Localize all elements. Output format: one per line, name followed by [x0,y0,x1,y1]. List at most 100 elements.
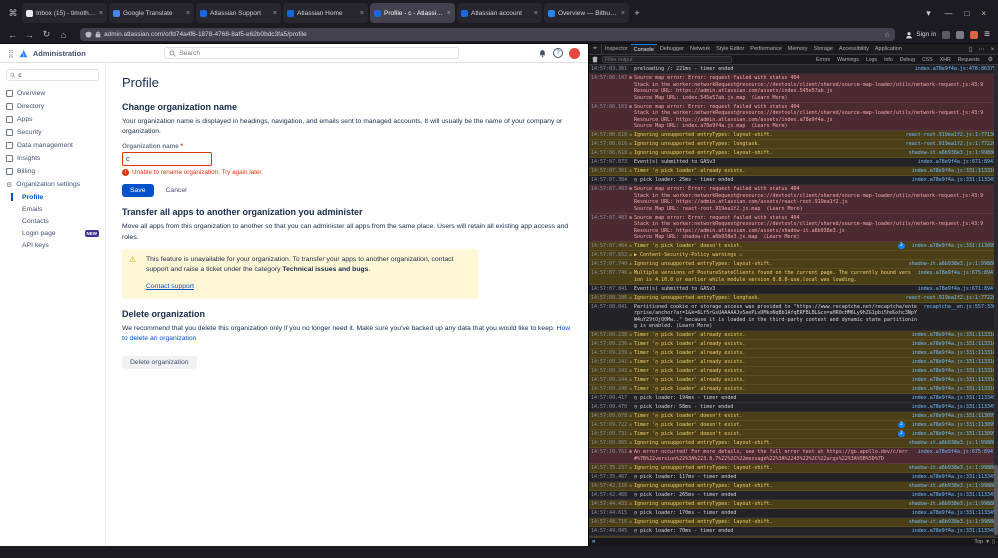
console-source-link[interactable]: react-root.919ea1f2.js:1:77130 [906,132,996,139]
console-source-link[interactable]: index.a78e9f4a.js:671:8941 [918,159,996,166]
browser-tab[interactable]: Atlassian Home [283,3,368,23]
sidebar-item[interactable]: Insights [6,152,99,165]
extension-icon[interactable] [942,30,951,39]
admin-search-bar[interactable] [164,47,460,59]
console-source-link[interactable]: index.a78e9f4a.js:331:113095 [912,413,996,420]
contact-support-link[interactable]: Contact support [146,283,194,290]
console-source-link[interactable]: index.a78e9f4a.js:331:113345 [912,404,996,411]
devtools-tab[interactable]: Style Editor [713,44,747,54]
console-source-link[interactable]: react-root.919ea1f2.js:1:77220 [906,295,996,302]
cancel-button[interactable]: Cancel [158,184,195,197]
devtools-tab[interactable]: Inspector [602,44,631,54]
console-source-link[interactable]: index.a78e9f4a.js:331:113316 [912,359,996,366]
devtools-tab[interactable]: Debugger [657,44,687,54]
console-source-link[interactable]: index.a78e9f4a.js:331:113345 [912,177,996,184]
console-source-link[interactable]: shadow-it.a6b938e3.js:1:99880 [909,519,996,526]
tab-close-icon[interactable] [534,10,538,17]
devtools-tab[interactable]: Console [630,44,657,54]
console-source-link[interactable]: index.a78e9f4a.js:331:113095 [912,243,996,250]
console-filter-button[interactable]: Info [882,57,895,63]
console-source-link[interactable]: index.a78e9f4a.js:675:8941 [918,449,996,456]
scrollbar-thumb[interactable] [994,465,998,535]
bookmark-star-icon[interactable]: ☆ [884,31,890,39]
browser-tab[interactable]: Inbox (15) - timothy.c.neill... [22,3,107,23]
app-switcher-icon[interactable]: ⣿ [8,49,14,58]
tab-close-icon[interactable] [360,10,364,17]
console-source-link[interactable]: index.a78e9f4a.js:478:86375 [915,66,996,73]
split-console-icon[interactable]: ▯ [992,539,995,545]
console-source-link[interactable]: index.a78e9f4a.js:331:113095 [912,422,996,429]
sidebar-item-organization-settings[interactable]: ⚙ Organization settings [6,178,99,191]
console-source-link[interactable]: shadow-it.a6b938e3.js:1:99880 [909,440,996,447]
console-input-row[interactable]: » Top ▾ ▯ [589,537,998,546]
help-icon[interactable]: ? [553,48,563,58]
list-all-tabs-icon[interactable]: ▾ [920,8,936,19]
sidebar-sub-item[interactable]: Login page NEW [6,227,99,239]
tab-close-icon[interactable] [186,10,190,17]
browser-tab[interactable]: Atlassian account [457,3,542,23]
sign-in-button[interactable]: Sign in [905,31,936,39]
notifications-bell-icon[interactable] [538,49,547,58]
console-source-link[interactable]: shadow-it.a6b938e3.js:1:99880 [909,465,996,472]
new-tab-button[interactable]: + [629,8,645,18]
sidebar-item[interactable]: Data management [6,139,99,152]
console-source-link[interactable]: index.a78e9f4a.js:331:113316 [912,341,996,348]
console-source-link[interactable]: index.a78e9f4a.js:331:113316 [912,168,996,175]
console-source-link[interactable]: index.a78e9f4a.js:331:113316 [912,368,996,375]
delete-organization-button[interactable]: Delete organization [122,355,197,369]
console-source-link[interactable]: shadow-it.a6b938e3.js:1:99880 [909,150,996,157]
console-filter-button[interactable]: CSS [920,57,935,63]
devtools-tab[interactable]: Performance [747,44,785,54]
shield-icon[interactable] [85,31,92,38]
console-filter-button[interactable]: Logs [864,57,879,63]
app-menu-icon[interactable]: ≡ [984,29,990,40]
sidebar-item[interactable]: Overview [6,87,99,100]
console-source-link[interactable]: index.a78e9f4a.js:331:113316 [912,377,996,384]
devtools-menu-icon[interactable]: ⋯ [976,44,987,54]
sidebar-item[interactable]: Billing [6,165,99,178]
console-source-link[interactable]: shadow-it.a6b938e3.js:1:99880 [909,261,996,268]
console-source-link[interactable]: shadow-it.a6b938e3.js:1:99880 [909,501,996,508]
console-filter-button[interactable]: Requests [956,57,982,63]
devtools-tab[interactable]: Application [872,44,905,54]
devtools-tab[interactable]: Network [687,44,713,54]
sidebar-sub-item[interactable]: Emails [6,203,99,215]
browser-tab[interactable]: Profile - c - Atlassian Admin... [370,3,455,23]
console-source-link[interactable]: index.a78e9f4a.js:331:113316 [912,386,996,393]
window-minimize-button[interactable]: — [944,9,952,18]
console-source-link[interactable]: index.a78e9f4a.js:331:113345 [912,510,996,517]
devtools-close-icon[interactable]: × [987,44,998,54]
console-source-link[interactable]: index.a78e9f4a.js:331:113316 [912,332,996,339]
evaluation-context-selector[interactable]: Top ▾ ▯ [974,539,995,545]
home-button[interactable]: ⌂ [57,30,70,40]
sidebar-item[interactable]: Apps [6,113,99,126]
console-filter-button[interactable]: Warnings [835,57,861,63]
console-filter-button[interactable]: Errors [814,57,832,63]
window-maximize-button[interactable]: □ [964,9,969,18]
devtools-tab[interactable]: Memory [785,44,811,54]
console-source-link[interactable]: recaptcha__en.js:557:336 [924,304,996,311]
console-source-link[interactable]: shadow-it.a6b938e3.js:1:99880 [909,483,996,490]
console-source-link[interactable]: index.a78e9f4a.js:331:113095 [912,431,996,438]
console-source-link[interactable]: react-root.919ea1f2.js:1:77220 [906,141,996,148]
console-filter-button[interactable]: Debug [898,57,917,63]
sidebar-search-input[interactable] [18,71,95,79]
console-filter-button[interactable]: XHR [938,57,953,63]
devtools-tab[interactable]: Storage [811,44,836,54]
console-source-link[interactable]: index.a78e9f4a.js:671:8941 [918,286,996,293]
save-button[interactable]: Save [122,184,154,198]
reload-button[interactable]: ↻ [40,29,53,40]
sidebar-item[interactable]: Security [6,126,99,139]
browser-tab[interactable]: Overview — Bitbucket [544,3,629,23]
sidebar-sub-item[interactable]: Profile [6,191,99,203]
org-name-input[interactable] [122,152,212,167]
console-source-link[interactable]: index.a78e9f4a.js:331:113316 [912,350,996,357]
console-source-link[interactable]: index.a78e9f4a.js:331:113345 [912,474,996,481]
console-source-link[interactable]: index.a78e9f4a.js:331:113345 [912,395,996,402]
console-settings-icon[interactable]: ⚙ [986,56,995,63]
browser-tab[interactable]: Atlassian Support [196,3,281,23]
browser-tab[interactable]: Google Translate [109,3,194,23]
back-button[interactable]: ← [6,30,19,40]
lock-icon[interactable] [95,31,101,38]
console-source-link[interactable]: index.a78e9f4a.js:331:113345 [912,492,996,499]
